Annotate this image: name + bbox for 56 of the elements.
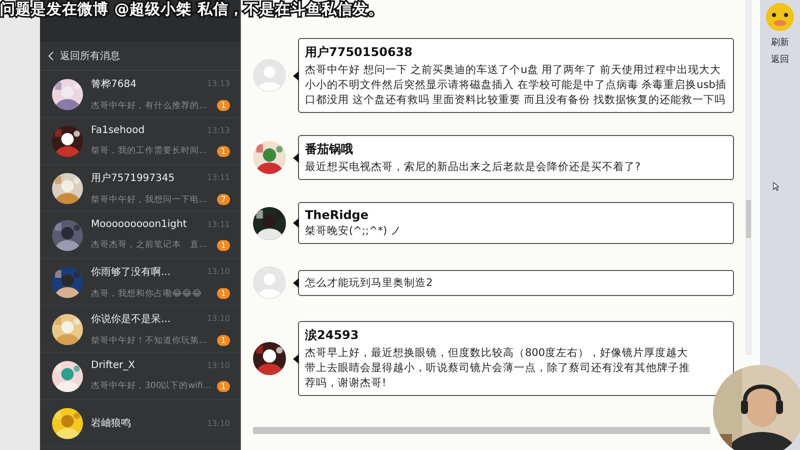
conversation-name: 用户7571997345 [91,172,175,184]
unread-badge: 1 [216,288,230,299]
conversation-name: 你说你是不是呆... [91,312,171,326]
conversation-item[interactable]: 你说你是不是呆... 13:10 桀哥中午好！不知道你玩第... 1 [40,306,240,353]
conversation-time: 13:11 [206,173,230,182]
conversation-name: Drifter_X [91,360,135,371]
message-preview: 桀哥中午好！不知道你玩第... [91,334,208,346]
conversation-time: 13:13 [206,126,230,135]
message-text: 怎么才能玩到马里奥制造2 [305,276,434,290]
conversation-time: 13:13 [206,79,230,88]
unread-badge: 1 [216,335,230,346]
conversation-item[interactable]: Mooooooooon1ight 13:11 杰哥杰哥，之前笔记本 直... 1 [40,212,240,259]
conversation-time: 13:10 [206,314,230,323]
conversation-name: 你雨够了没有啊... [91,266,171,278]
conversation-item[interactable]: Fa1sehood 13:13 桀哥，我的工作需要长时间... 1 [40,118,240,165]
conversation-time: 13:10 [206,267,230,276]
message-preview: 桀哥，我的工作需要长时间... [91,145,208,157]
default-avatar-icon [253,59,286,92]
message-preview: 杰哥，我想和你占嘞😂😂😂 [91,288,202,300]
sender-name: 涙24593 [305,327,360,344]
conversation-item[interactable]: 你雨够了没有啊... 13:10 杰哥，我想和你占嘞😂😂😂 1 [40,259,240,306]
conversation-item[interactable]: 箐桦7684 13:13 杰哥中午好，有什么推荐的... 1 [40,71,240,118]
horizontal-scrollbar[interactable] [253,427,710,434]
conversation-item[interactable]: Drifter_X 13:10 杰哥中午好，300以下的wifi... 1 [40,353,240,400]
message-text: 最近想买电视杰哥，索尼的新品出来之后老款是会降价还是买不着了? [305,160,642,175]
message-preview: 桀哥中午好，我想问一下电... [91,194,208,206]
message-text: 杰哥中午好 想问一下 之前买奥迪的车送了个u盘 用了两年了 前天使用过程中出现大大小小的不明文件然后突然显示请将磁盘插入 在学校可能是中了点病毒 杀毒重启换usb插口都没用 这个盘还有救吗 里面资料比较重要 而且没有备份 找数据恢复的还能救一下吗 [305,63,727,108]
sender-name: TheRidge [305,208,370,222]
message-preview: 杰哥中午好，有什么推荐的... [91,100,208,112]
conversation-time: 13:10 [206,418,230,428]
vertical-scrollbar[interactable] [745,0,752,355]
duck-icon [765,2,795,32]
unread-badge: 7 [216,194,230,205]
conversation-name: 岩岫狼鸣 [91,416,131,430]
conversation-item[interactable]: 岩岫狼鸣 13:10 [40,400,240,447]
default-avatar-icon [253,266,286,299]
unread-badge: 1 [216,240,230,250]
conversation-name: Mooooooooon1ight [91,219,187,230]
conversation-name: Fa1sehood [91,125,145,136]
conversation-time: 13:10 [206,361,230,370]
unread-badge: 1 [216,146,230,156]
message-preview: 杰哥中午好，300以下的wifi... [91,380,211,392]
conversation-item[interactable]: 用户7571997345 13:11 桀哥中午好，我想问一下电... 7 [40,165,240,212]
cursor-icon [773,182,779,191]
conversation-name: 箐桦7684 [91,78,136,90]
message-text: 杰哥早上好，最近想换眼镜，但度数比较高（800度左右），好像镜片厚度越大带上去眼睛会显得越小，听说蔡司镜片会薄一点，除了蔡司还有没有其他牌子推荐吗，谢谢杰哥! [305,346,691,391]
sender-name: 番茄锅哦 [305,141,354,158]
unread-badge: 1 [216,100,230,111]
action-button[interactable]: 刷新 [771,36,789,49]
unread-badge: 1 [216,380,230,392]
conversation-time: 13:11 [206,220,230,229]
message-preview: 杰哥杰哥，之前笔记本 直... [91,239,208,251]
action-button[interactable]: 返回 [771,53,789,66]
message-text: 桀哥晚安(^;;^*) ノ [305,224,402,239]
sender-name: 用户7750150638 [305,44,414,61]
chevron-left-icon [48,51,54,61]
